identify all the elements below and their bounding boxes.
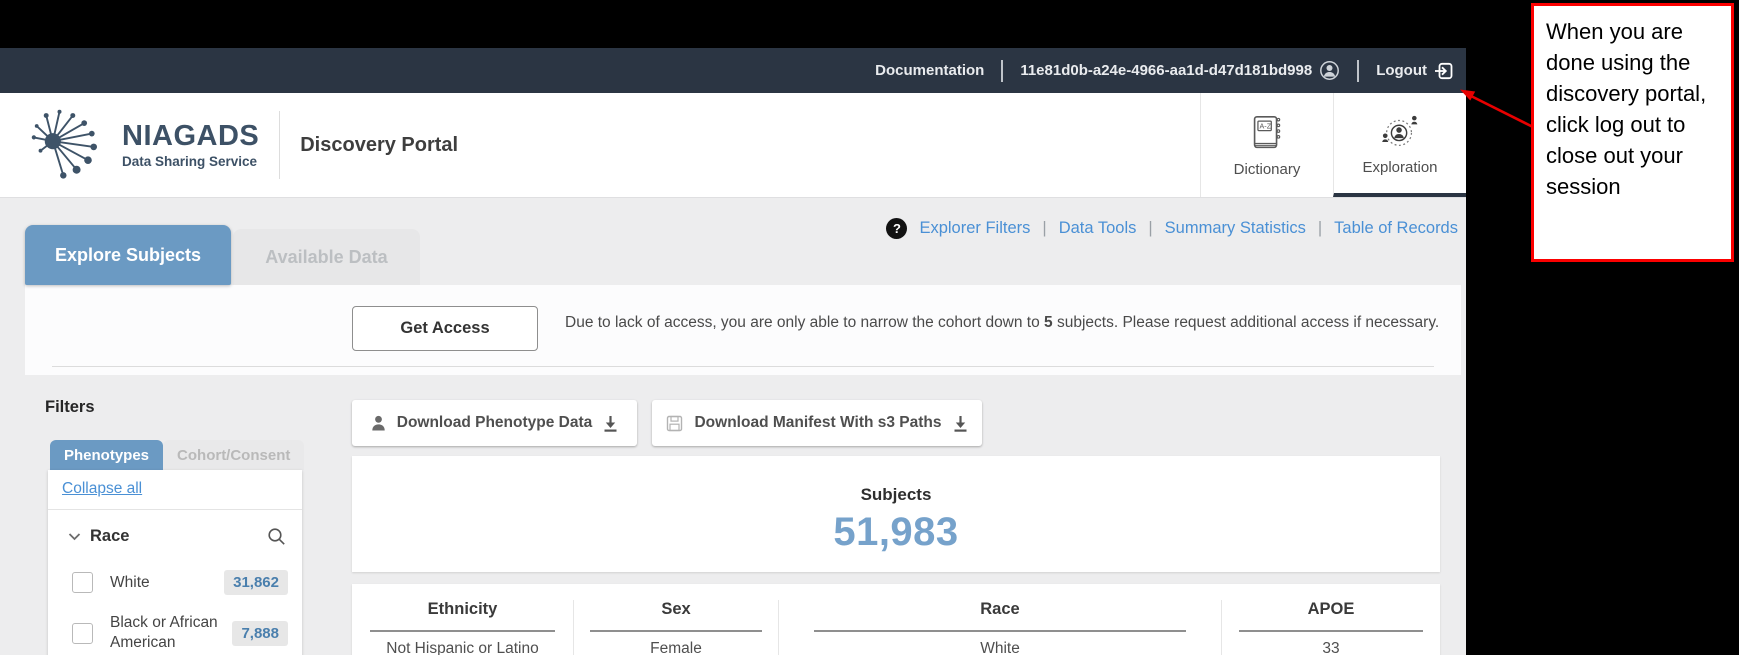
filter-option-black-or-african-american: Black or African American 7,888 (48, 613, 302, 653)
table-column-apoe: APOE 33 (1221, 600, 1440, 655)
column-header: Sex (574, 600, 778, 619)
link-table-of-records[interactable]: Table of Records (1334, 219, 1458, 238)
header-divider (279, 111, 280, 179)
filter-option-white: White 31,862 (48, 570, 302, 595)
logout-button[interactable]: Logout (1376, 61, 1454, 81)
help-icon[interactable]: ? (886, 218, 907, 239)
callout-arrow (1455, 85, 1540, 135)
person-icon (371, 415, 386, 431)
download-buttons-row: Download Phenotype Data Download Manifes… (352, 400, 982, 446)
save-disk-icon (666, 415, 683, 432)
instruction-callout: When you are done using the discovery po… (1531, 3, 1734, 262)
collapse-all-link[interactable]: Collapse all (62, 480, 142, 498)
table-column-ethnicity: Ethnicity Not Hispanic or Latino (352, 600, 573, 655)
checkbox-black-or-african-american[interactable] (72, 623, 93, 644)
column-value: Not Hispanic or Latino (352, 640, 573, 655)
svg-text:A-Z: A-Z (1260, 123, 1272, 131)
column-header: APOE (1222, 600, 1440, 619)
download-phenotype-data-button[interactable]: Download Phenotype Data (352, 400, 637, 446)
access-message-suffix: subjects. Please request additional acce… (1053, 314, 1440, 331)
download-icon (603, 415, 618, 432)
table-column-race: Race White (778, 600, 1221, 655)
link-summary-statistics[interactable]: Summary Statistics (1165, 219, 1306, 238)
logout-label: Logout (1376, 62, 1427, 79)
top-navigation-bar: Documentation 11e81d0b-a24e-4966-aa1d-d4… (0, 48, 1466, 93)
nav-exploration-label: Exploration (1362, 159, 1437, 176)
download-manifest-label: Download Manifest With s3 Paths (694, 414, 941, 432)
count-badge: 7,888 (232, 621, 288, 646)
search-icon[interactable] (267, 527, 286, 546)
user-circle-icon (1319, 60, 1340, 81)
session-id-text: 11e81d0b-a24e-4966-aa1d-d47d181bd998 (1020, 62, 1312, 79)
download-icon (953, 415, 968, 432)
page-content: Explore Subjects Available Data ? Explor… (0, 198, 1466, 655)
filter-group-race[interactable]: Race (48, 510, 302, 552)
subjects-count: 51,983 (352, 510, 1440, 555)
logout-icon (1434, 61, 1454, 81)
exploration-people-icon (1379, 110, 1421, 152)
documentation-link[interactable]: Documentation (875, 62, 984, 79)
breakdown-table-card: Ethnicity Not Hispanic or Latino Sex Fem… (352, 584, 1440, 655)
session-id-group[interactable]: 11e81d0b-a24e-4966-aa1d-d47d181bd998 (1020, 60, 1340, 81)
access-message-prefix: Due to lack of access, you are only able… (565, 314, 1044, 331)
topbar-divider (1001, 60, 1003, 82)
filter-tab-cohort-consent[interactable]: Cohort/Consent (163, 440, 304, 470)
toolbar-links-row: ? Explorer Filters | Data Tools | Summar… (886, 218, 1458, 239)
column-value: White (779, 640, 1221, 655)
filters-title: Filters (45, 398, 95, 417)
column-header: Ethnicity (352, 600, 573, 619)
subjects-summary-card: Subjects 51,983 (352, 456, 1440, 572)
app-window: Documentation 11e81d0b-a24e-4966-aa1d-d4… (0, 48, 1466, 655)
banner-bottom-rule (52, 366, 1434, 367)
checkbox-white[interactable] (72, 572, 93, 593)
nav-tab-exploration[interactable]: Exploration (1333, 93, 1466, 197)
filter-tab-phenotypes[interactable]: Phenotypes (50, 440, 163, 470)
brand-tagline: Data Sharing Service (122, 155, 259, 169)
column-rule (590, 630, 761, 632)
access-banner: Get Access Due to lack of access, you ar… (25, 285, 1461, 375)
link-separator: | (1318, 219, 1322, 238)
brand-text: NIAGADS Data Sharing Service (122, 122, 259, 169)
brand-logo-group[interactable]: NIAGADS Data Sharing Service (26, 107, 259, 183)
brand-name: NIAGADS (122, 122, 259, 151)
column-header: Race (779, 600, 1221, 619)
screenshot-stage: Documentation 11e81d0b-a24e-4966-aa1d-d4… (0, 0, 1739, 655)
subjects-label: Subjects (352, 485, 1440, 505)
get-access-button[interactable]: Get Access (352, 306, 538, 351)
access-message: Due to lack of access, you are only able… (565, 310, 1445, 335)
table-column-sex: Sex Female (573, 600, 778, 655)
filter-option-label: Black or African American (110, 613, 218, 653)
link-data-tools[interactable]: Data Tools (1059, 219, 1137, 238)
link-separator: | (1042, 219, 1046, 238)
access-message-count: 5 (1044, 314, 1053, 331)
app-header: NIAGADS Data Sharing Service Discovery P… (0, 93, 1466, 198)
portal-title: Discovery Portal (300, 134, 458, 157)
download-phenotype-label: Download Phenotype Data (397, 414, 593, 432)
dictionary-book-icon: A-Z (1246, 112, 1288, 154)
count-badge: 31,862 (224, 570, 288, 595)
column-value: 33 (1222, 640, 1440, 655)
filter-option-label: White (110, 573, 218, 593)
tab-available-data[interactable]: Available Data (233, 229, 420, 285)
nav-tab-dictionary[interactable]: A-Z Dictionary (1200, 93, 1333, 197)
filter-tabs: Phenotypes Cohort/Consent (50, 440, 304, 470)
column-rule (370, 630, 556, 632)
nav-dictionary-label: Dictionary (1234, 161, 1301, 178)
link-explorer-filters[interactable]: Explorer Filters (919, 219, 1030, 238)
column-rule (814, 630, 1185, 632)
chevron-down-icon (68, 532, 81, 541)
tab-explore-subjects[interactable]: Explore Subjects (25, 225, 231, 285)
filter-group-label: Race (90, 527, 129, 546)
filter-panel: Collapse all Race White 31,862 (48, 470, 302, 655)
download-manifest-button[interactable]: Download Manifest With s3 Paths (652, 400, 982, 446)
column-rule (1239, 630, 1422, 632)
column-value: Female (574, 640, 778, 655)
niagads-logo-icon (26, 107, 112, 183)
topbar-divider (1357, 60, 1359, 82)
link-separator: | (1148, 219, 1152, 238)
